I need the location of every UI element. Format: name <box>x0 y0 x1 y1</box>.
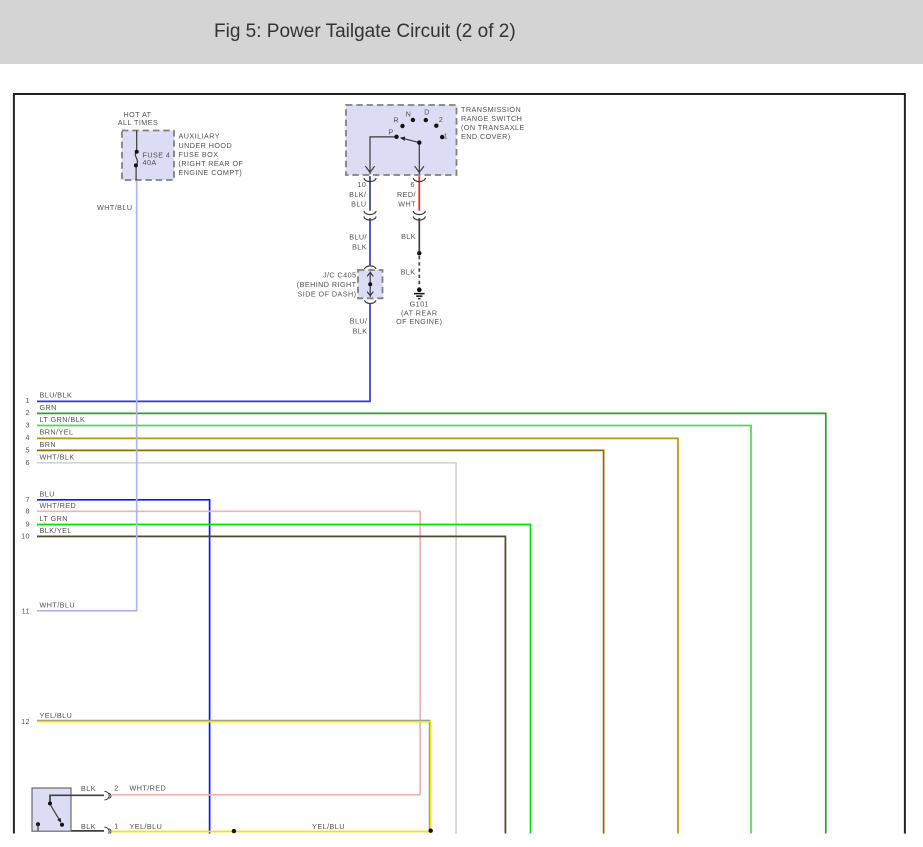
svg-text:1: 1 <box>26 396 30 405</box>
svg-text:N: N <box>406 110 412 119</box>
svg-text:WHT: WHT <box>398 199 416 208</box>
svg-text:BLU: BLU <box>351 199 366 208</box>
svg-text:ALL TIMES: ALL TIMES <box>118 118 158 127</box>
svg-text:BLK/: BLK/ <box>349 190 366 199</box>
svg-text:BLK: BLK <box>401 267 416 276</box>
svg-text:YEL/BLU: YEL/BLU <box>312 822 345 831</box>
svg-text:FUSE BOX: FUSE BOX <box>179 150 219 159</box>
svg-text:RANGE SWITCH: RANGE SWITCH <box>461 114 522 123</box>
svg-text:5: 5 <box>26 446 30 455</box>
svg-text:(ON TRANSAXLE: (ON TRANSAXLE <box>461 123 525 132</box>
svg-text:11: 11 <box>22 606 30 615</box>
svg-text:WHT/BLK: WHT/BLK <box>40 452 75 461</box>
svg-text:AUXILIARY: AUXILIARY <box>179 132 220 141</box>
svg-text:3: 3 <box>26 421 30 430</box>
svg-text:(BEHIND RIGHT: (BEHIND RIGHT <box>297 280 357 289</box>
svg-text:BRN: BRN <box>40 440 57 449</box>
svg-text:BLK: BLK <box>352 243 367 252</box>
svg-text:BLU: BLU <box>40 489 55 498</box>
svg-text:1: 1 <box>444 132 448 141</box>
svg-text:BLK/YEL: BLK/YEL <box>40 526 72 535</box>
svg-text:GRN: GRN <box>40 403 57 412</box>
svg-text:UNDER HOOD: UNDER HOOD <box>179 141 233 150</box>
svg-text:1: 1 <box>114 821 118 830</box>
svg-text:40A: 40A <box>143 158 157 167</box>
svg-text:9: 9 <box>26 520 30 529</box>
svg-text:2: 2 <box>439 115 443 124</box>
svg-text:SIDE OF DASH): SIDE OF DASH) <box>298 290 357 299</box>
svg-text:BLK: BLK <box>353 327 368 336</box>
svg-text:J/C C405: J/C C405 <box>323 270 357 279</box>
svg-text:RED/: RED/ <box>397 190 416 199</box>
svg-text:END COVER): END COVER) <box>461 132 511 141</box>
svg-text:BLU/: BLU/ <box>350 317 368 326</box>
svg-text:P: P <box>388 127 393 136</box>
svg-text:BLK: BLK <box>401 232 416 241</box>
svg-text:R: R <box>393 116 399 125</box>
svg-text:WHT/BLU: WHT/BLU <box>97 203 133 212</box>
svg-text:6: 6 <box>26 458 30 467</box>
svg-text:TRANSMISSION: TRANSMISSION <box>461 105 521 114</box>
svg-text:YEL/BLU: YEL/BLU <box>40 711 73 720</box>
svg-text:6: 6 <box>411 180 415 189</box>
svg-text:7: 7 <box>26 495 30 504</box>
svg-text:4: 4 <box>26 433 30 442</box>
svg-text:WHT/BLU: WHT/BLU <box>40 601 76 610</box>
svg-text:WHT/RED: WHT/RED <box>40 501 77 510</box>
svg-text:BLK: BLK <box>81 822 96 831</box>
svg-text:LT GRN: LT GRN <box>40 514 68 523</box>
svg-text:8: 8 <box>26 506 30 515</box>
svg-text:G101: G101 <box>410 299 429 308</box>
svg-text:12: 12 <box>21 717 30 726</box>
svg-text:LT GRN/BLK: LT GRN/BLK <box>40 415 86 424</box>
svg-text:10: 10 <box>357 180 366 189</box>
svg-text:ENGINE COMPT): ENGINE COMPT) <box>179 168 243 177</box>
svg-text:10: 10 <box>21 531 30 540</box>
svg-text:OF ENGINE): OF ENGINE) <box>396 317 442 326</box>
svg-text:2: 2 <box>26 408 30 417</box>
svg-text:D: D <box>424 108 430 117</box>
svg-text:BLU/: BLU/ <box>349 233 367 242</box>
svg-text:YEL/BLU: YEL/BLU <box>130 822 163 831</box>
svg-text:2: 2 <box>114 783 118 792</box>
svg-text:BLK: BLK <box>81 784 96 793</box>
svg-text:WHT/RED: WHT/RED <box>130 784 167 793</box>
svg-text:BRN/YEL: BRN/YEL <box>40 428 74 437</box>
svg-text:BLU/BLK: BLU/BLK <box>40 390 73 399</box>
svg-text:(RIGHT REAR OF: (RIGHT REAR OF <box>179 159 244 168</box>
